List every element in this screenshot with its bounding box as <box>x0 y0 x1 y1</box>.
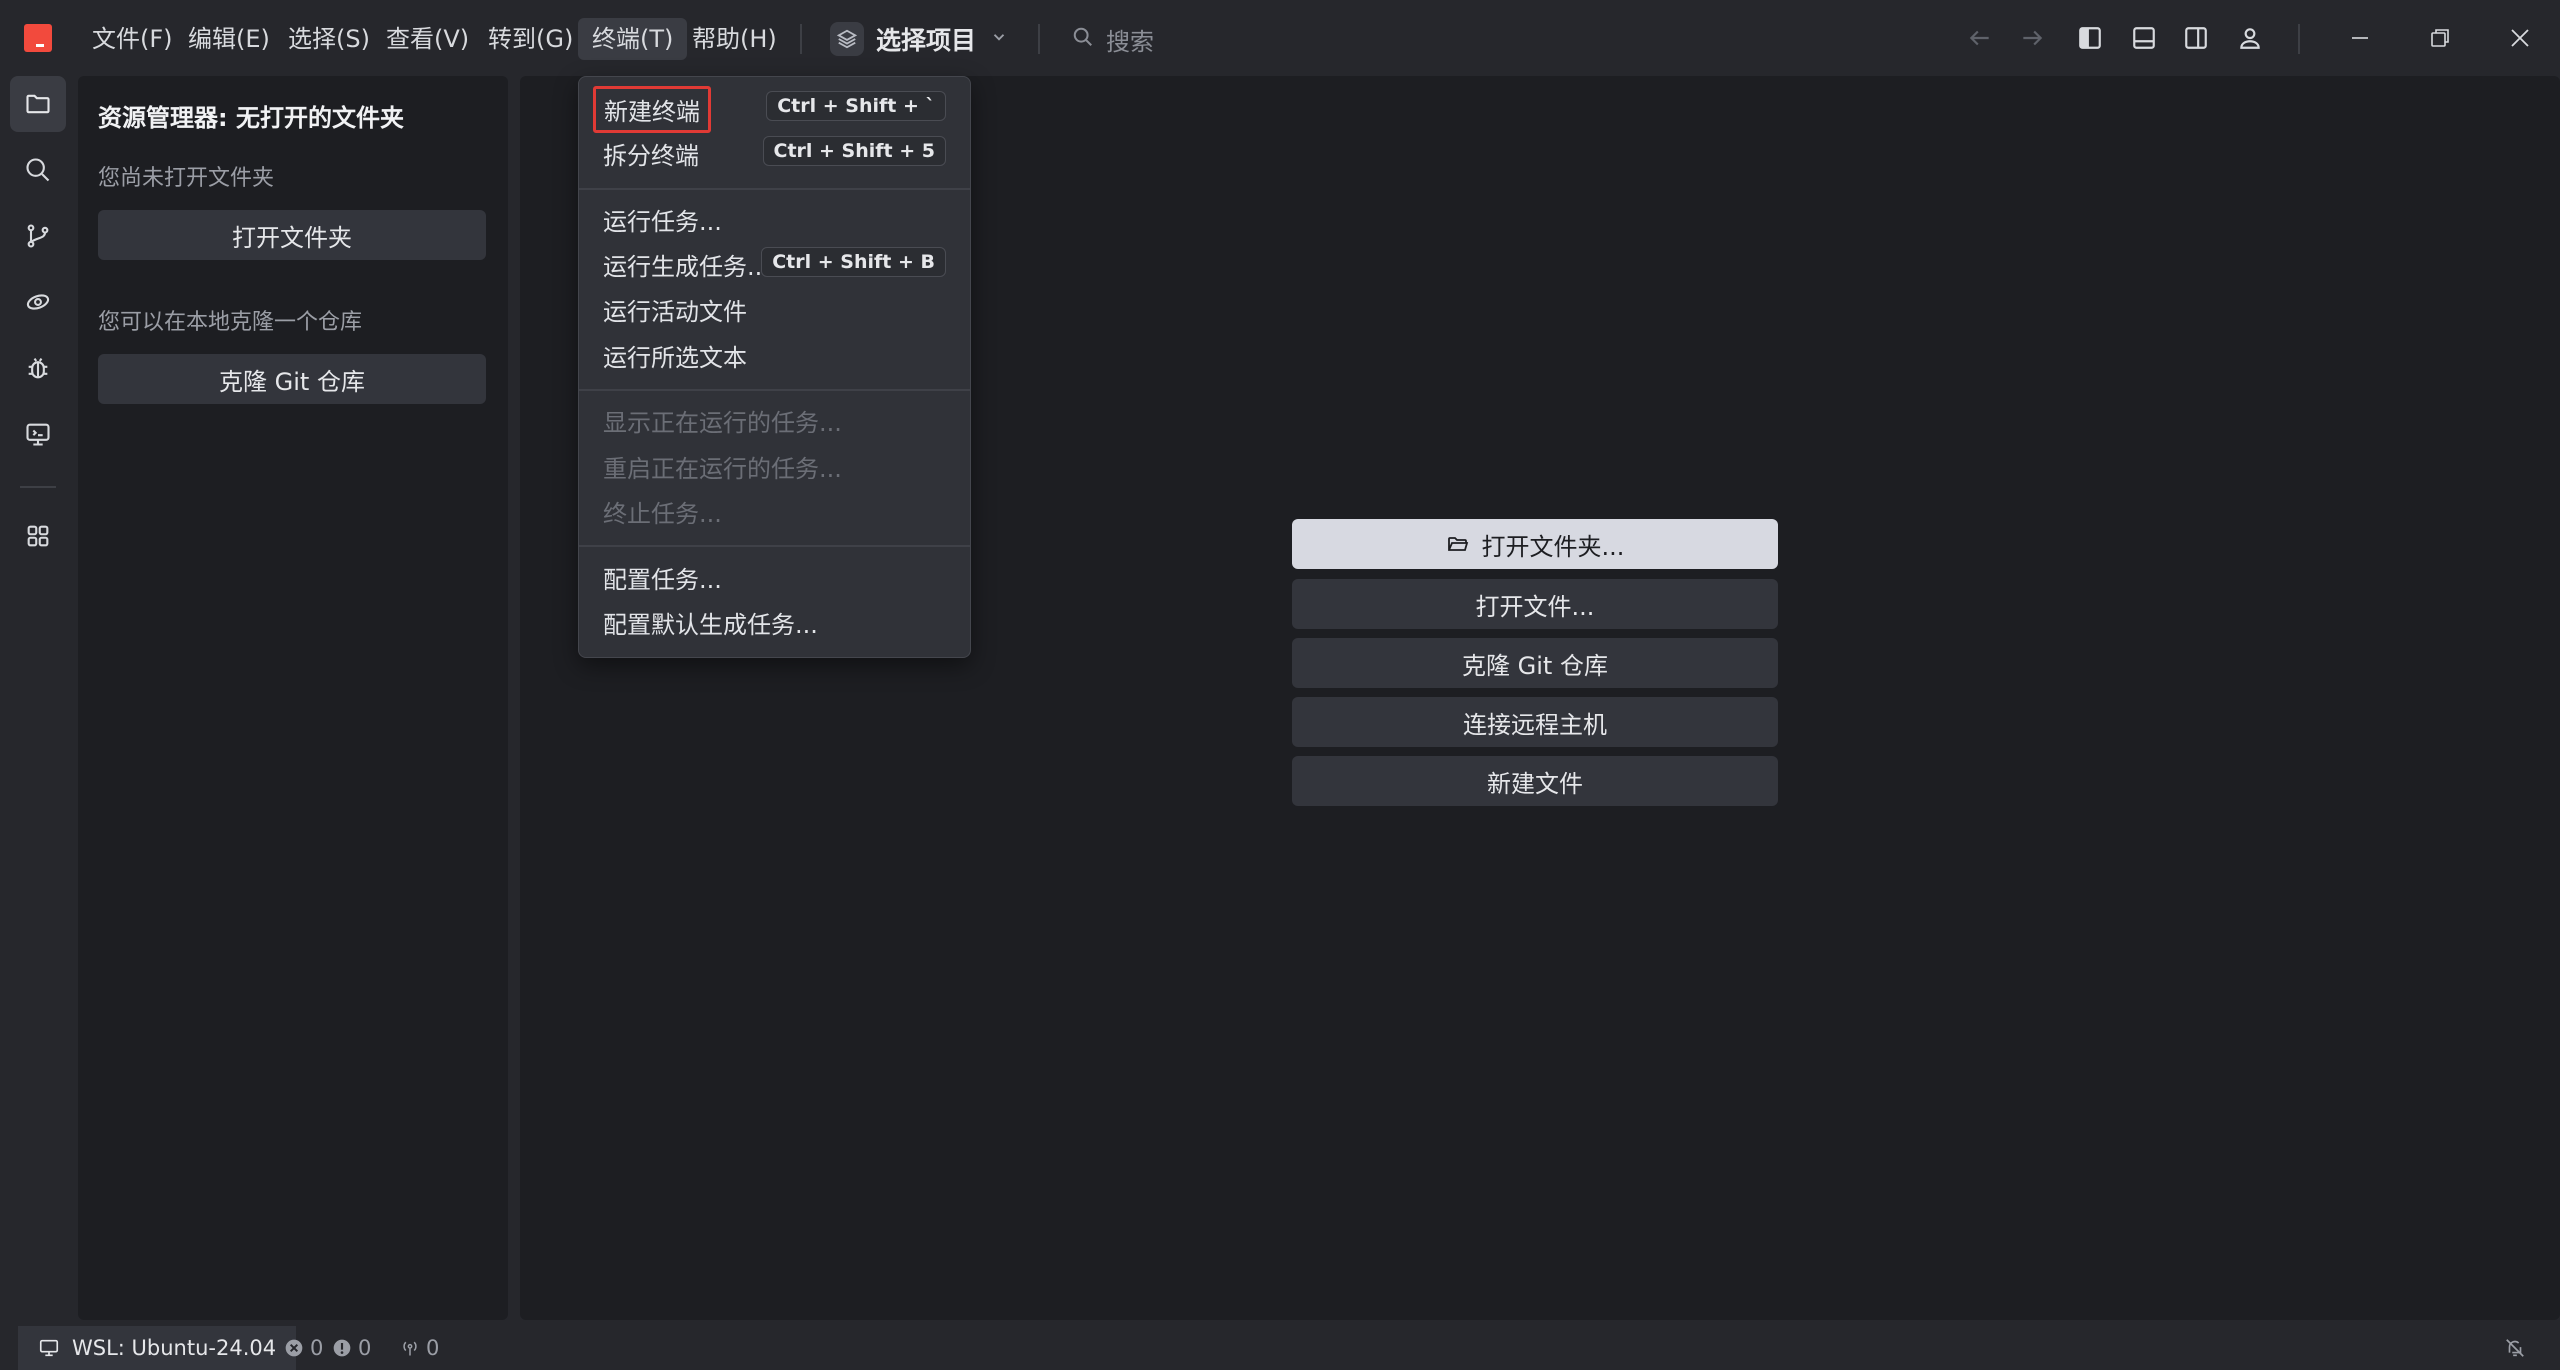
shortcut-badge: Ctrl + Shift + 5 <box>762 136 946 166</box>
menu-item-label: 运行活动文件 <box>603 298 747 326</box>
welcome-new-file-button[interactable]: 新建文件 <box>1292 756 1778 806</box>
errors-indicator[interactable]: 0 <box>284 1326 323 1370</box>
menu-item-configure-tasks[interactable]: 配置任务... <box>579 552 970 596</box>
menu-item-split-terminal[interactable]: 拆分终端 Ctrl + Shift + 5 <box>579 128 970 172</box>
error-count: 0 <box>310 1336 324 1360</box>
extensions-icon[interactable] <box>10 508 66 564</box>
menu-item-show-running-tasks: 显示正在运行的任务... <box>579 395 970 439</box>
explorer-icon[interactable] <box>10 76 66 132</box>
menu-goto[interactable]: 转到(G) <box>474 18 587 60</box>
project-selector[interactable]: 选择项目 <box>830 18 1008 60</box>
forward-arrow-icon[interactable] <box>2016 22 2048 54</box>
close-icon[interactable] <box>2504 22 2536 54</box>
restore-icon[interactable] <box>2424 22 2456 54</box>
menu-item-run-active-file[interactable]: 运行活动文件 <box>579 284 970 328</box>
explorer-sidebar: 资源管理器: 无打开的文件夹 您尚未打开文件夹 打开文件夹 您可以在本地克隆一个… <box>78 76 508 1320</box>
titlebar-divider <box>800 24 802 54</box>
menu-item-label: 终止任务... <box>603 500 722 528</box>
menu-item-label: 新建终端 <box>593 86 711 133</box>
remote-explorer-icon[interactable] <box>10 274 66 330</box>
project-label: 选择项目 <box>876 26 977 55</box>
menu-help[interactable]: 帮助(H) <box>678 18 791 60</box>
source-control-icon[interactable] <box>10 208 66 264</box>
toggle-secondary-sidebar-icon[interactable] <box>2180 22 2212 54</box>
app-logo-icon <box>24 24 52 52</box>
monitor-icon <box>38 1337 60 1359</box>
menu-file[interactable]: 文件(F) <box>78 18 187 60</box>
account-icon[interactable] <box>2234 22 2266 54</box>
notifications-indicator[interactable] <box>2504 1326 2532 1370</box>
remote-indicator[interactable]: WSL: Ubuntu-24.04 <box>18 1326 297 1370</box>
minimize-icon[interactable] <box>2344 22 2376 54</box>
menu-item-label: 拆分终端 <box>603 142 699 170</box>
menu-separator <box>579 389 970 391</box>
activity-bar <box>0 76 76 1326</box>
warnings-indicator[interactable]: 0 <box>332 1326 371 1370</box>
menu-edit[interactable]: 编辑(E) <box>174 18 284 60</box>
remote-window-icon[interactable] <box>10 406 66 462</box>
terminal-menu-dropdown: 新建终端 Ctrl + Shift + ` 拆分终端 Ctrl + Shift … <box>578 76 971 658</box>
clone-hint-text: 您可以在本地克隆一个仓库 <box>98 310 363 335</box>
back-arrow-icon[interactable] <box>1964 22 1996 54</box>
menu-item-terminate-task: 终止任务... <box>579 486 970 530</box>
menu-terminal[interactable]: 终端(T) <box>578 18 688 60</box>
menu-item-run-task[interactable]: 运行任务... <box>579 194 970 238</box>
remote-label: WSL: Ubuntu-24.04 <box>72 1336 277 1360</box>
menu-item-label: 显示正在运行的任务... <box>603 409 842 437</box>
shortcut-badge: Ctrl + Shift + ` <box>766 91 946 121</box>
folder-open-icon <box>1446 532 1470 556</box>
ports-count: 0 <box>426 1336 440 1360</box>
shortcut-badge: Ctrl + Shift + B <box>761 247 946 277</box>
debug-icon[interactable] <box>10 340 66 396</box>
welcome-clone-repo-button[interactable]: 克隆 Git 仓库 <box>1292 638 1778 688</box>
menu-item-label: 运行任务... <box>603 208 722 236</box>
sidebar-title: 资源管理器: 无打开的文件夹 <box>98 104 404 132</box>
ports-indicator[interactable]: 0 <box>400 1326 439 1370</box>
menu-item-restart-running-task: 重启正在运行的任务... <box>579 441 970 485</box>
menu-item-run-selected-text[interactable]: 运行所选文本 <box>579 330 970 374</box>
search-icon <box>1072 26 1094 52</box>
search-input[interactable]: 搜索 <box>1072 18 1154 60</box>
titlebar-divider <box>1038 24 1040 54</box>
menu-separator <box>579 545 970 547</box>
bell-slash-icon <box>2504 1337 2526 1359</box>
menu-item-new-terminal[interactable]: 新建终端 Ctrl + Shift + ` <box>579 83 970 133</box>
menu-item-label: 配置任务... <box>603 566 722 594</box>
menu-item-label: 运行所选文本 <box>603 344 747 372</box>
menu-item-label: 配置默认生成任务... <box>603 611 818 639</box>
open-folder-button[interactable]: 打开文件夹 <box>98 210 486 260</box>
search-icon[interactable] <box>10 142 66 198</box>
warning-icon <box>332 1338 352 1358</box>
chevron-down-icon <box>990 28 1008 50</box>
menu-item-label: 运行生成任务... <box>603 253 770 281</box>
status-bar: WSL: Ubuntu-24.04 0 0 0 <box>0 1326 2560 1370</box>
search-placeholder: 搜索 <box>1106 27 1154 56</box>
menu-item-configure-default-build-task[interactable]: 配置默认生成任务... <box>579 597 970 641</box>
layers-icon <box>830 22 864 56</box>
warning-count: 0 <box>358 1336 372 1360</box>
activity-bar-divider <box>20 486 56 488</box>
broadcast-icon <box>400 1338 420 1358</box>
welcome-open-folder-label: 打开文件夹... <box>1481 532 1625 561</box>
no-folder-text: 您尚未打开文件夹 <box>98 166 275 191</box>
error-icon <box>284 1338 304 1358</box>
menu-view[interactable]: 查看(V) <box>372 18 483 60</box>
menu-item-run-build-task[interactable]: 运行生成任务... Ctrl + Shift + B <box>579 239 970 283</box>
welcome-open-folder-button[interactable]: 打开文件夹... <box>1292 519 1778 569</box>
title-bar: 文件(F) 编辑(E) 选择(S) 查看(V) 转到(G) 终端(T) 帮助(H… <box>0 0 2560 76</box>
clone-repo-button[interactable]: 克隆 Git 仓库 <box>98 354 486 404</box>
titlebar-divider <box>2298 24 2300 54</box>
menu-separator <box>579 188 970 190</box>
welcome-open-file-button[interactable]: 打开文件... <box>1292 579 1778 629</box>
menu-selection[interactable]: 选择(S) <box>274 18 384 60</box>
toggle-primary-sidebar-icon[interactable] <box>2074 22 2106 54</box>
menu-item-label: 重启正在运行的任务... <box>603 455 842 483</box>
toggle-panel-icon[interactable] <box>2128 22 2160 54</box>
welcome-connect-remote-button[interactable]: 连接远程主机 <box>1292 697 1778 747</box>
